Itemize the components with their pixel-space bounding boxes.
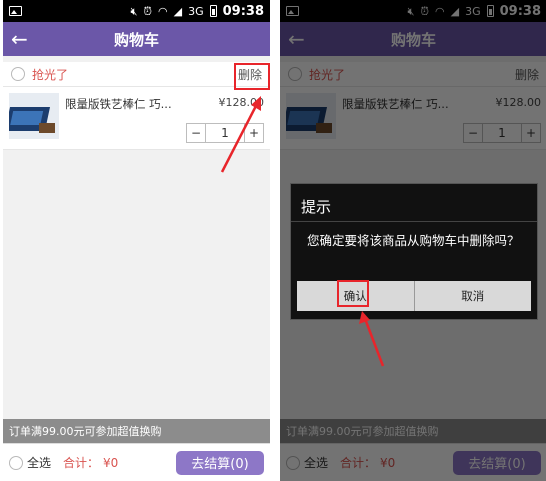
cart-screen-dialog: 🔇︎ ⏰︎ ◠ ◢ 3G 09:38 ← 购物车 抢光了 删除 限量版铁艺棒仁 … — [280, 0, 546, 481]
pointer-arrow — [220, 96, 261, 173]
pointer-arrow — [359, 311, 385, 367]
cart-screen-before: 🔇︎ ⏰︎ ◠ ◢ 3G 09:38 ← 购物车 抢光了 删除 限量版铁艺棒仁 … — [3, 0, 270, 481]
